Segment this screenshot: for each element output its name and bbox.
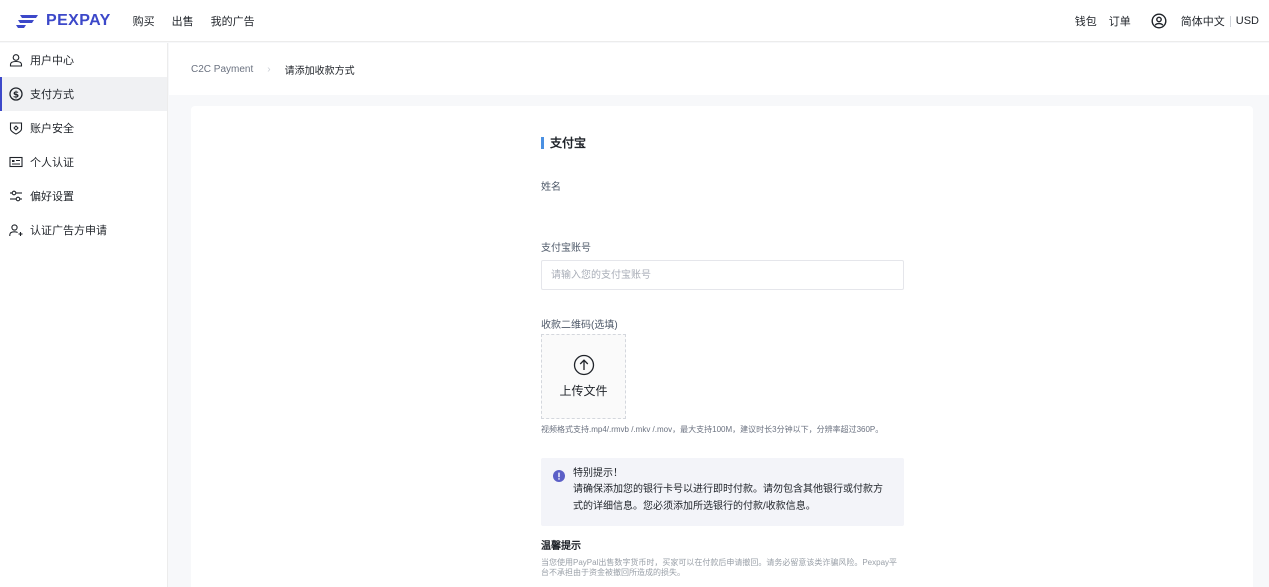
brand-logo[interactable]: PEXPAY (16, 12, 111, 30)
header-right: 钱包 订单 简体中文 USD (1063, 0, 1259, 42)
sidebar-item-label: 认证广告方申请 (30, 225, 107, 237)
dollar-circle-icon: $ (9, 87, 23, 101)
shield-icon (9, 122, 23, 135)
title-accent-bar (541, 136, 544, 149)
upload-arrow-icon (573, 354, 594, 376)
currency-selector[interactable]: USD (1236, 15, 1259, 27)
alipay-account-input[interactable] (541, 260, 904, 290)
breadcrumb: C2C Payment › 请添加收款方式 (169, 43, 1269, 95)
user-icon (9, 54, 23, 67)
sidebar: 用户中心 $ 支付方式 账户安全 个人认证 偏好设置 认证广告方申请 (0, 43, 168, 587)
sidebar-item-user-center[interactable]: 用户中心 (0, 43, 167, 77)
sliders-icon (10, 190, 22, 202)
sidebar-item-label: 支付方式 (30, 89, 74, 101)
payment-form-card: 支付宝 姓名 支付宝账号 收款二维码(选填) 上传文件 视频格式支持.mp4/.… (191, 106, 1253, 587)
user-add-icon (9, 224, 23, 236)
sidebar-item-label: 个人认证 (30, 157, 74, 169)
name-label: 姓名 (541, 182, 561, 193)
sidebar-item-payment-methods[interactable]: $ 支付方式 (0, 77, 167, 111)
breadcrumb-current: 请添加收款方式 (284, 65, 355, 77)
tips-title: 温馨提示 (541, 541, 581, 552)
nav-my-ads[interactable]: 我的广告 (211, 13, 255, 29)
form-title-text: 支付宝 (550, 136, 587, 150)
nav-sell[interactable]: 出售 (172, 13, 194, 29)
brand-name: PEXPAY (46, 11, 111, 29)
nav-buy[interactable]: 购买 (133, 13, 155, 29)
form-title: 支付宝 (541, 134, 586, 151)
sidebar-item-label: 账户安全 (30, 123, 74, 135)
upload-label: 上传文件 (559, 384, 608, 398)
breadcrumb-root[interactable]: C2C Payment (191, 64, 253, 75)
top-nav: 购买 出售 我的广告 (133, 13, 272, 29)
svg-text:$: $ (13, 90, 19, 100)
pexpay-logo-icon (16, 14, 38, 28)
tips-text: 当您使用PayPal出售数字货币时，买家可以在付款后申请撤回。请务必留意该类诈骗… (541, 558, 898, 577)
id-card-icon (9, 156, 23, 168)
sidebar-item-verified-advertiser[interactable]: 认证广告方申请 (0, 213, 167, 247)
sidebar-item-label: 偏好设置 (30, 191, 74, 203)
info-icon (553, 470, 565, 482)
sidebar-item-identity-verification[interactable]: 个人认证 (0, 145, 167, 179)
sidebar-item-account-security[interactable]: 账户安全 (0, 111, 167, 145)
sidebar-item-label: 用户中心 (30, 55, 74, 67)
special-notice: 特别提示！ 请确保添加您的银行卡号以进行即时付款。请勿包含其他银行或付款方式的详… (541, 458, 904, 526)
sidebar-item-preferences[interactable]: 偏好设置 (0, 179, 167, 213)
account-label: 支付宝账号 (541, 243, 591, 254)
qr-code-label: 收款二维码(选填) (541, 320, 618, 331)
upload-button[interactable]: 上传文件 (541, 334, 626, 419)
orders-link[interactable]: 订单 (1109, 13, 1131, 29)
divider (1229, 15, 1231, 27)
upload-hint: 视频格式支持.mp4/.rmvb /.mkv /.mov，最大支持100M，建议… (541, 425, 884, 434)
notice-body: 请确保添加您的银行卡号以进行即时付款。请勿包含其他银行或付款方式的详细信息。您必… (573, 484, 883, 512)
chevron-right-icon: › (267, 63, 271, 75)
notice-title: 特别提示！ (573, 468, 623, 479)
language-selector[interactable]: 简体中文 (1181, 13, 1225, 29)
account-icon[interactable] (1151, 13, 1167, 29)
top-header: PEXPAY 购买 出售 我的广告 钱包 订单 简体中文 USD (0, 0, 1269, 42)
wallet-link[interactable]: 钱包 (1075, 13, 1097, 29)
